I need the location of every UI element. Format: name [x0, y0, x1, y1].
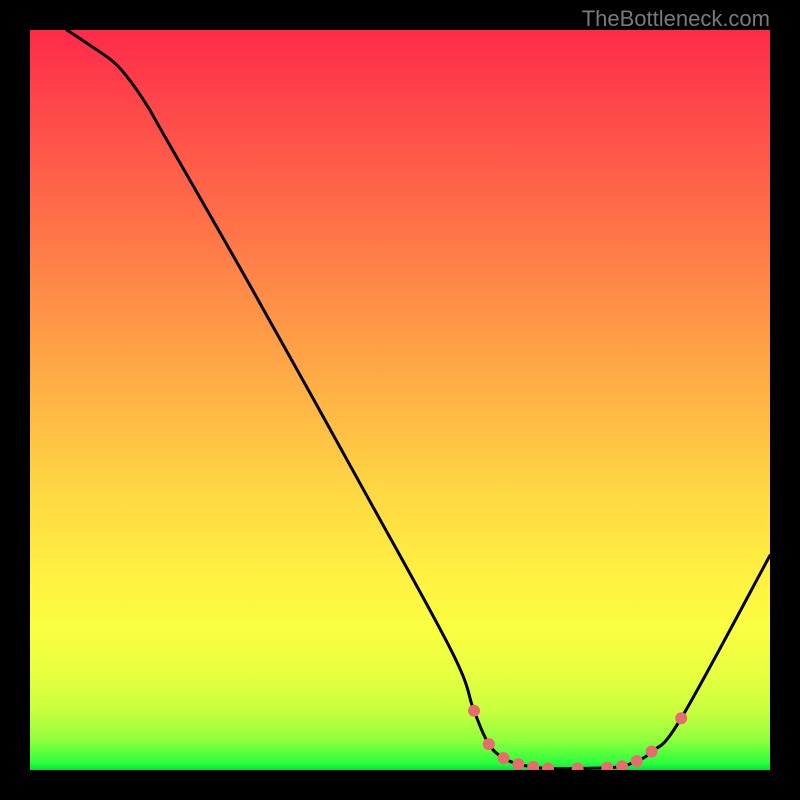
attribution-label: TheBottleneck.com — [582, 6, 770, 32]
curve-layer — [30, 30, 770, 770]
curve-marker — [675, 712, 687, 724]
bottleneck-curve — [67, 30, 770, 769]
curve-markers — [468, 705, 687, 770]
curve-marker — [483, 738, 495, 750]
curve-marker — [498, 752, 510, 764]
curve-marker — [512, 758, 524, 770]
curve-marker — [601, 762, 613, 770]
curve-marker — [468, 705, 480, 717]
curve-marker — [631, 755, 643, 767]
curve-marker — [527, 761, 539, 770]
curve-marker — [646, 746, 658, 758]
curve-marker — [616, 760, 628, 770]
curve-marker — [572, 763, 584, 770]
chart-area — [30, 30, 770, 770]
curve-marker — [542, 763, 554, 770]
